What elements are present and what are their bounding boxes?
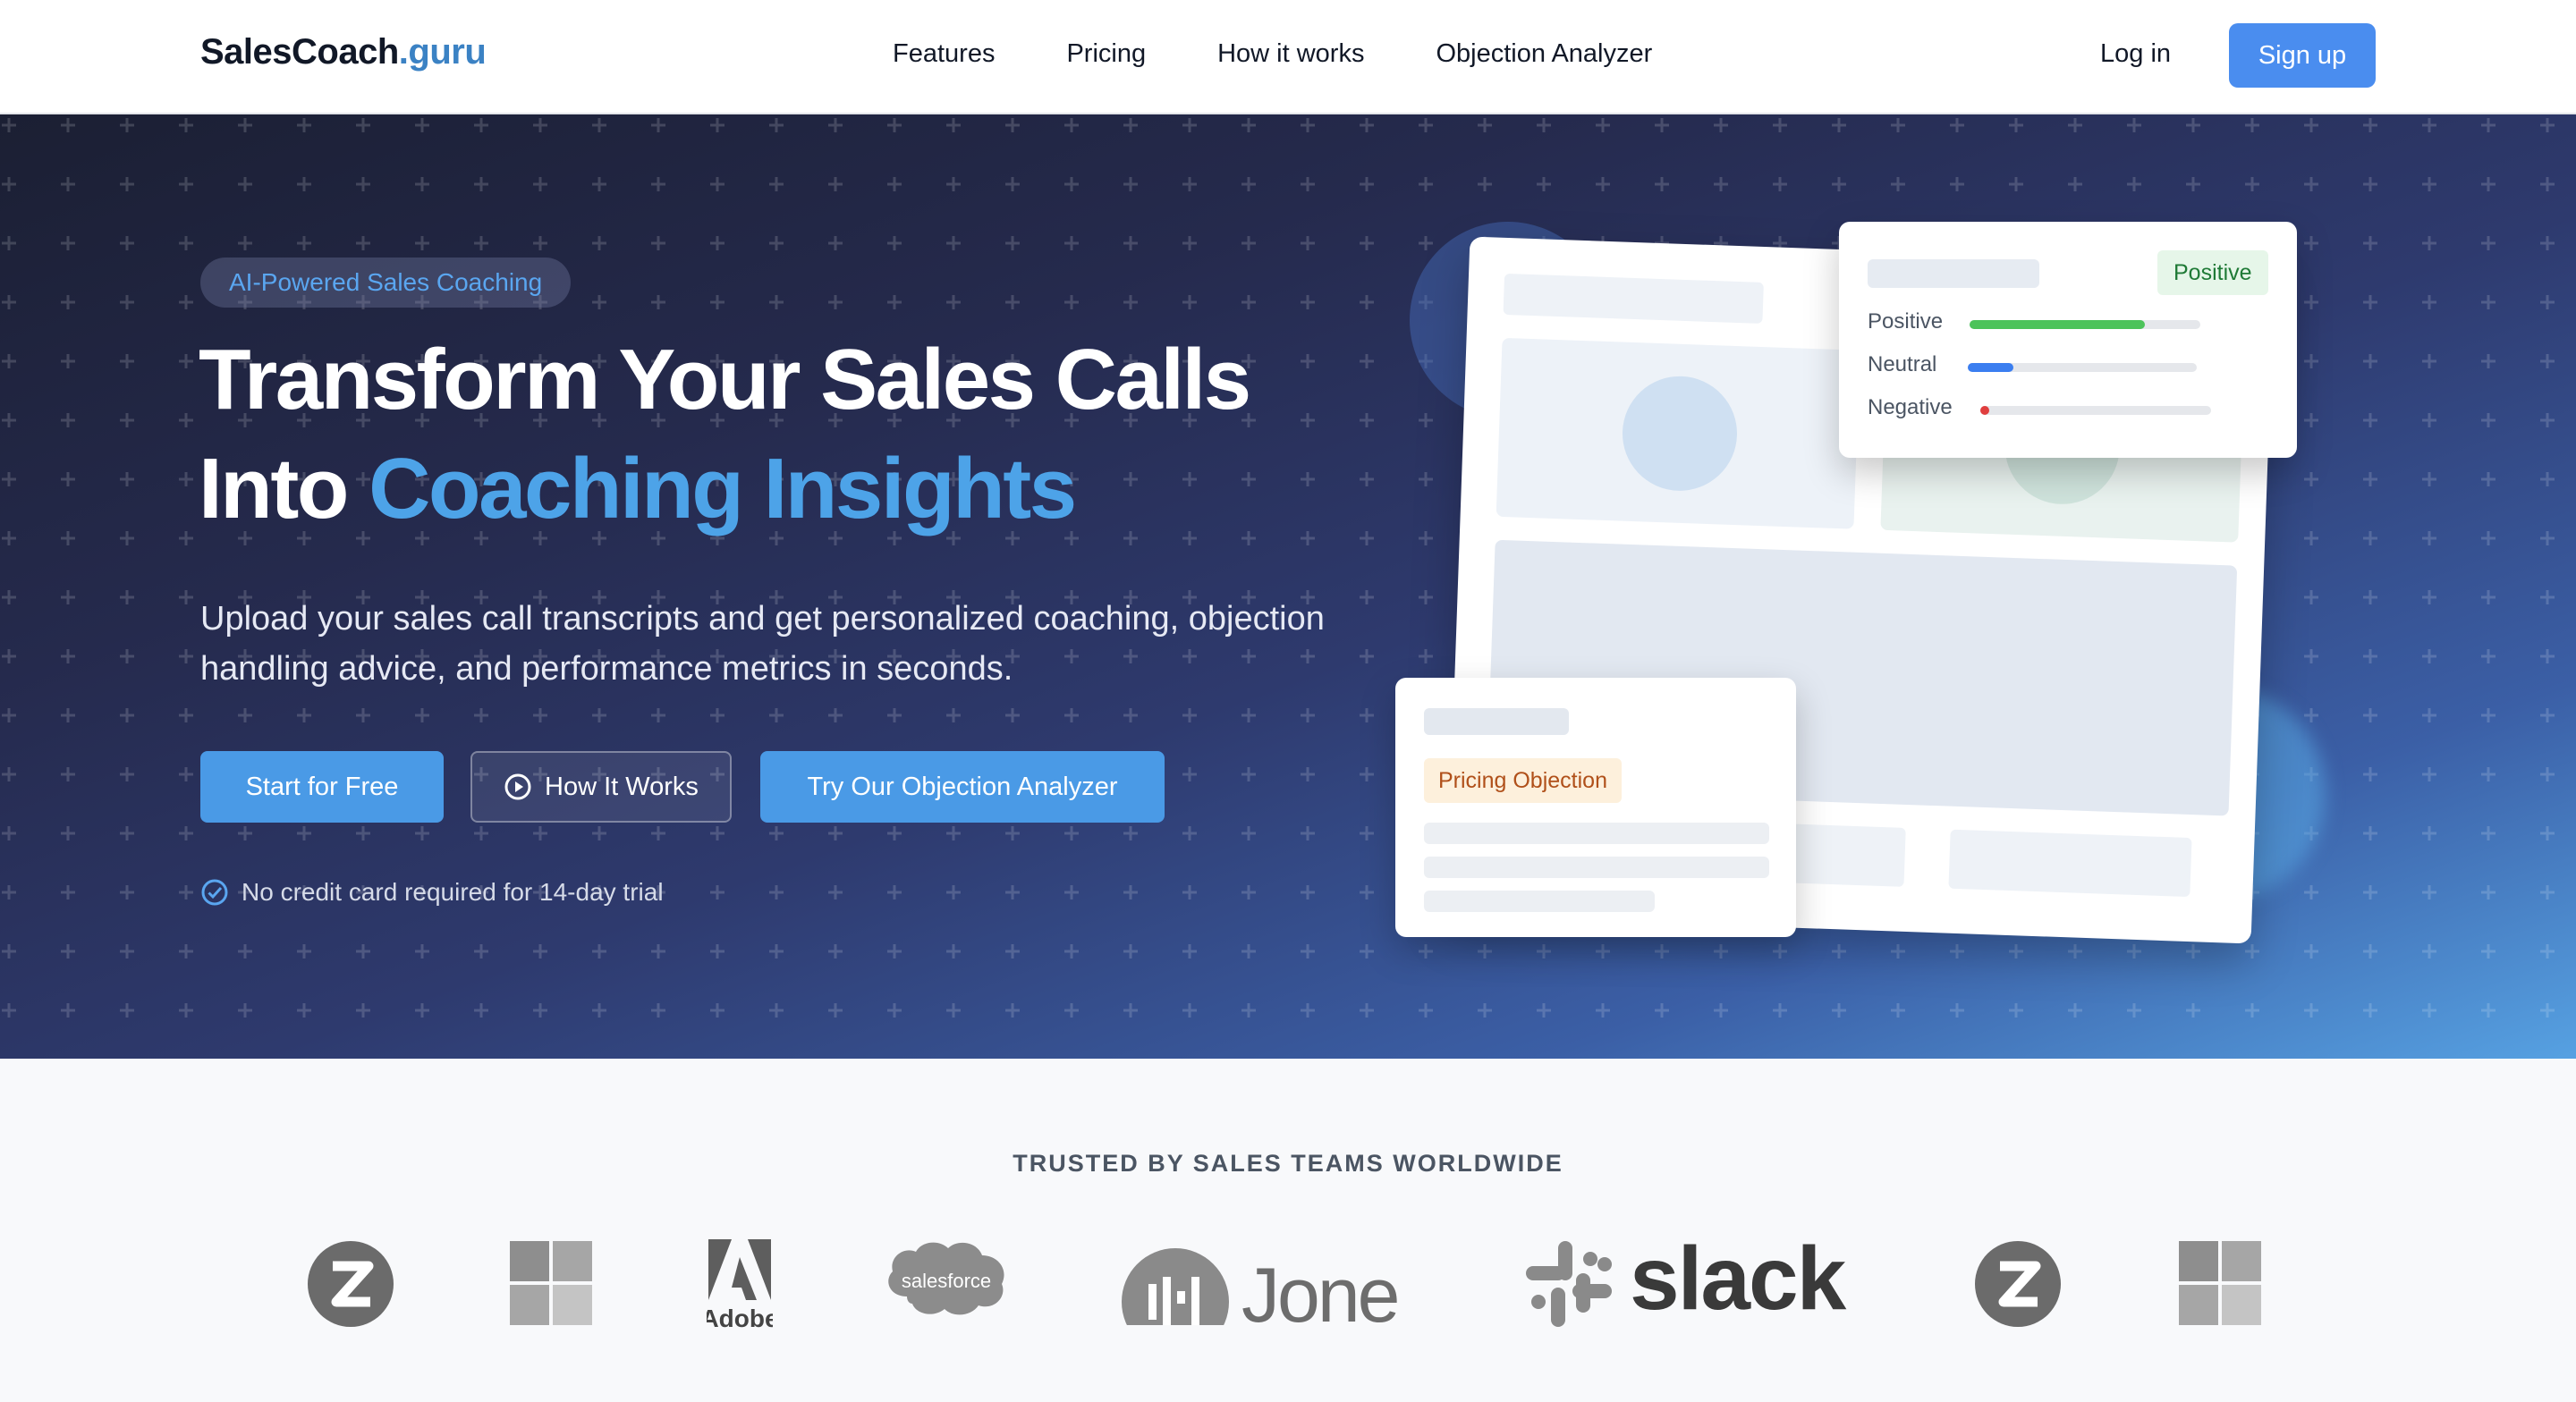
objection-card-title-placeholder [1424,708,1569,735]
hero-headline: Transform Your Sales Calls Into Coaching… [199,325,1361,544]
objection-card: Pricing Objection [1395,678,1796,937]
brand-domain: .guru [398,32,487,72]
headline-accent: Coaching Insights [369,441,1077,536]
jone-logo: Jone [1122,1237,1408,1340]
objection-text-placeholder [1424,891,1655,912]
nav-link-pricing[interactable]: Pricing [1066,39,1146,69]
adobe-wordmark: Adobe [707,1305,773,1330]
how-it-works-button[interactable]: How It Works [470,751,732,823]
mockup-placeholder-bar [1503,273,1764,324]
slack-logo: slack [1521,1229,1869,1333]
objection-text-placeholder [1424,823,1769,844]
mockup-footer-block [1948,829,2192,898]
play-circle-icon [504,773,531,800]
trusted-by-section: TRUSTED BY SALES TEAMS WORLDWIDE Adobe s… [0,1059,2576,1402]
salesforce-logo: salesforce [884,1234,1009,1328]
sentiment-track-neutral [1968,363,2197,372]
sentiment-fill-neutral [1968,363,2013,372]
signup-button[interactable]: Sign up [2229,23,2376,88]
headline-line-2: Into Coaching Insights [199,435,1361,544]
hero-section: AI-Powered Sales Coaching Transform Your… [0,114,2576,1059]
slack-wordmark: slack [1630,1236,1847,1329]
headline-line-1: Transform Your Sales Calls [199,332,1251,427]
hero-badge: AI-Powered Sales Coaching [200,258,572,308]
nav-link-features[interactable]: Features [893,39,995,69]
sentiment-track-negative [1980,406,2211,415]
sentiment-label-negative: Negative [1868,395,1953,419]
nav-links: Features Pricing How it works Objection … [893,39,1724,69]
headline-line-2-plain: Into [199,441,369,536]
nav-link-how-it-works[interactable]: How it works [1217,39,1364,69]
objection-text-placeholder [1424,857,1769,878]
sentiment-label-neutral: Neutral [1868,352,1937,376]
z-logo-icon [306,1239,395,1333]
sentiment-fill-negative [1980,406,1989,415]
windows-logo-icon [2179,1241,2261,1330]
sentiment-card-title-placeholder [1868,259,2039,288]
brand-logo[interactable]: SalesCoach.guru [200,32,487,72]
mockup-avatar-circle [1620,374,1740,494]
windows-logo-icon [510,1241,592,1330]
try-objection-analyzer-button[interactable]: Try Our Objection Analyzer [760,751,1165,823]
trusted-by-title: TRUSTED BY SALES TEAMS WORLDWIDE [1013,1150,1563,1177]
trial-note: No credit card required for 14-day trial [200,878,664,907]
z-logo-icon [1973,1239,2063,1333]
adobe-logo: Adobe [700,1237,779,1335]
top-navbar: SalesCoach.guru Features Pricing How it … [0,0,2576,114]
trial-note-text: No credit card required for 14-day trial [242,878,664,906]
jone-wordmark: Jone [1241,1253,1398,1336]
hero-subtext: Upload your sales call transcripts and g… [200,600,1325,688]
sentiment-label-positive: Positive [1868,309,1944,334]
login-link[interactable]: Log in [2100,39,2171,69]
check-circle-icon [201,879,228,906]
mockup-panel [1496,337,1860,529]
sentiment-badge: Positive [2157,250,2268,295]
start-for-free-button[interactable]: Start for Free [200,751,444,823]
brand-name: SalesCoach [200,32,399,72]
objection-tag: Pricing Objection [1424,758,1622,803]
nav-link-objection-analyzer[interactable]: Objection Analyzer [1436,39,1652,69]
sentiment-track-positive [1970,320,2200,329]
how-it-works-label: How It Works [545,772,699,801]
sentiment-card: Positive Positive Neutral Negative [1839,222,2297,458]
sentiment-fill-positive [1970,320,2145,329]
salesforce-wordmark: salesforce [902,1270,991,1292]
